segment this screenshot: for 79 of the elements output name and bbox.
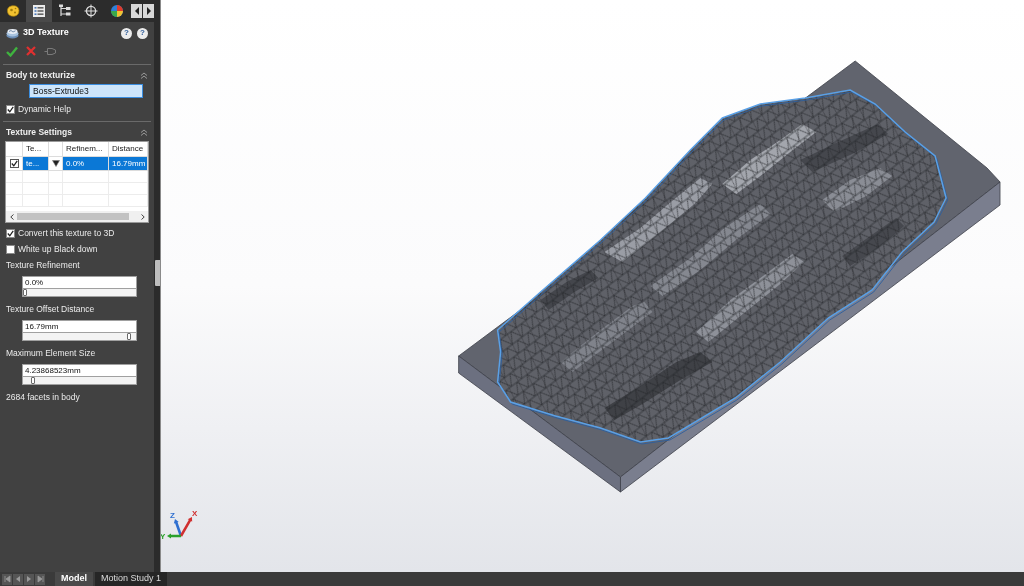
collapse-button[interactable] (139, 71, 148, 79)
checkbox-label: Dynamic Help (18, 102, 71, 116)
value-field[interactable]: 16.79mm (22, 320, 137, 333)
slider-track[interactable] (22, 377, 137, 385)
stacked-layers-icon (6, 27, 19, 39)
checkbox[interactable] (6, 228, 15, 238)
table-cell: 16.79mm (109, 157, 148, 171)
value-field[interactable]: 4.23868523mm (22, 364, 137, 377)
help-button[interactable]: ? (121, 27, 132, 39)
checkmark-icon (5, 45, 18, 57)
slider-label: Texture Refinement (6, 260, 80, 270)
table-cell: 0.0% (63, 157, 109, 171)
facet-count: 2684 facets in body (6, 392, 80, 402)
checkbox-label: White up Black down (18, 242, 98, 256)
ok-button[interactable] (5, 44, 18, 58)
scroll-right-button[interactable] (143, 4, 154, 18)
table-cell: te... (23, 157, 49, 171)
empty-table-cell (63, 171, 109, 183)
previous-button[interactable] (13, 573, 23, 585)
tree-icon (58, 4, 72, 18)
slider-label: Maximum Element Size (6, 348, 96, 358)
collapse-button[interactable] (139, 128, 148, 136)
skip-end-icon (36, 575, 44, 583)
chevron-left-icon (9, 213, 14, 220)
slider-track[interactable] (22, 289, 137, 297)
horizontal-scrollbar[interactable] (17, 211, 137, 222)
empty-table-cell (6, 195, 23, 207)
first-button[interactable] (2, 573, 12, 585)
checkbox[interactable] (6, 104, 15, 114)
panel-title: 3D Texture (23, 26, 69, 40)
section-title: Texture Settings (6, 125, 72, 139)
checkbox[interactable] (6, 244, 15, 254)
section-title: Body to texturize (6, 68, 75, 82)
empty-table-cell (23, 171, 49, 183)
chevron-right-icon (140, 213, 145, 220)
pushpin-icon (43, 46, 56, 56)
close-icon (25, 46, 36, 56)
slider-thumb[interactable] (30, 377, 35, 384)
cheese-icon (6, 4, 20, 18)
skip-start-icon (3, 575, 11, 583)
triangle-left-icon (14, 575, 22, 583)
checkmark-icon (7, 105, 14, 113)
triangle-right-icon (25, 575, 33, 583)
empty-table-cell (109, 195, 148, 207)
bottom-tab[interactable]: Motion Study 1 (95, 572, 168, 586)
checkmark-icon (10, 160, 18, 167)
body-selection-field[interactable]: Boss-Extrude3 (29, 84, 143, 98)
empty-table-cell (109, 183, 148, 195)
bottom-tab[interactable]: Model (55, 572, 93, 586)
triangle-right-icon (145, 6, 152, 16)
axis-label: Z (170, 511, 175, 520)
last-button[interactable] (35, 573, 45, 585)
empty-table-cell (109, 171, 148, 183)
value-field[interactable]: 0.0% (22, 276, 137, 289)
slider-track[interactable] (22, 333, 137, 341)
checkmark-icon (7, 229, 14, 237)
triangle-left-icon (133, 6, 140, 16)
slider-thumb[interactable] (126, 333, 131, 340)
pie-chart-icon (110, 4, 124, 18)
scroll-right-button[interactable] (137, 211, 148, 222)
scrollbar-thumb[interactable] (17, 213, 129, 220)
checkbox-label: Convert this texture to 3D (18, 226, 115, 240)
dropdown-arrow-icon (51, 160, 60, 167)
list-icon (32, 4, 46, 18)
panel-collapse-handle[interactable] (155, 260, 160, 286)
empty-table-cell (6, 171, 23, 183)
empty-table-cell (49, 171, 63, 183)
panel-tab[interactable] (26, 0, 52, 22)
checkbox[interactable] (9, 159, 19, 168)
next-button[interactable] (24, 573, 34, 585)
slider-label: Texture Offset Distance (6, 304, 95, 314)
axis-label: Y (161, 532, 166, 541)
axis-label: X (191, 509, 198, 518)
scroll-left-button[interactable] (6, 211, 17, 222)
scroll-left-button[interactable] (131, 4, 142, 18)
empty-table-cell (6, 183, 23, 195)
crosshair-icon (84, 4, 98, 18)
help-button[interactable]: ? (137, 27, 148, 39)
slider-thumb[interactable] (23, 289, 27, 296)
